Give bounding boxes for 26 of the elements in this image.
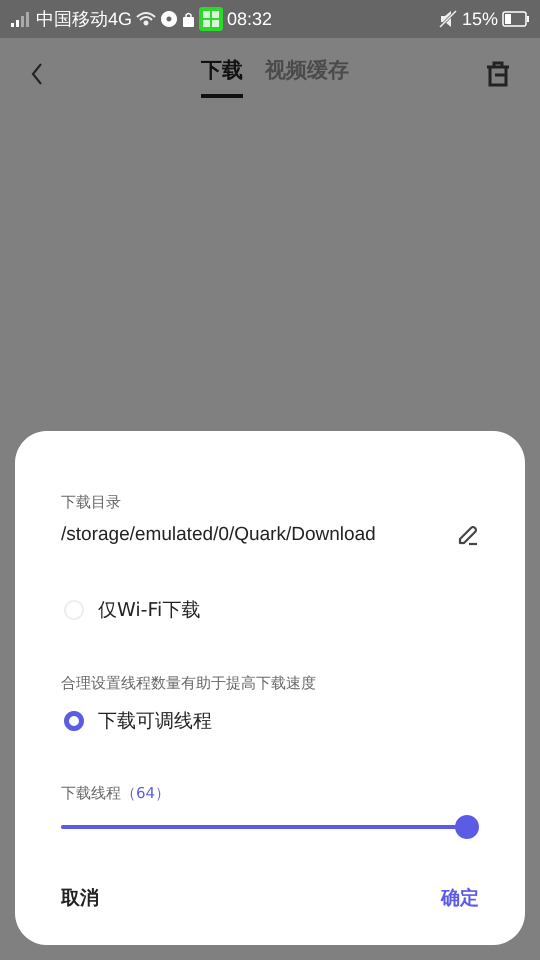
slider-thumb[interactable]: [455, 815, 479, 839]
wifi-icon: [136, 11, 156, 27]
battery-icon: [502, 11, 530, 27]
battery-percent: 15%: [462, 8, 498, 30]
threads-slider[interactable]: [61, 815, 479, 839]
confirm-button[interactable]: 确定: [441, 885, 479, 911]
option-label: 仅Wi-Fi下载: [98, 598, 200, 623]
mute-icon: [438, 9, 458, 29]
carrier-name: 中国移动4G: [36, 8, 132, 31]
directory-path: /storage/emulated/0/Quark/Download: [61, 524, 376, 546]
tab[interactable]: 下载: [201, 50, 243, 98]
threads-label: 下载线程: [61, 784, 121, 803]
back-icon[interactable]: [30, 62, 44, 86]
directory-label: 下载目录: [61, 493, 122, 512]
option-hint: 合理设置线程数量有助于提高下载速度: [61, 674, 317, 693]
bag-icon: [182, 12, 196, 26]
signal-icon: [10, 11, 32, 27]
disc-icon: [160, 10, 178, 28]
edit-icon[interactable]: [457, 524, 479, 546]
threads-value: （64）: [121, 784, 170, 803]
grid-app-icon: [199, 7, 224, 31]
cancel-button[interactable]: 取消: [61, 885, 99, 911]
trash-icon[interactable]: [486, 61, 510, 87]
option-label: 下载可调线程: [98, 709, 212, 734]
clock-time: 08:32: [227, 8, 272, 30]
radio-button[interactable]: [64, 711, 84, 731]
